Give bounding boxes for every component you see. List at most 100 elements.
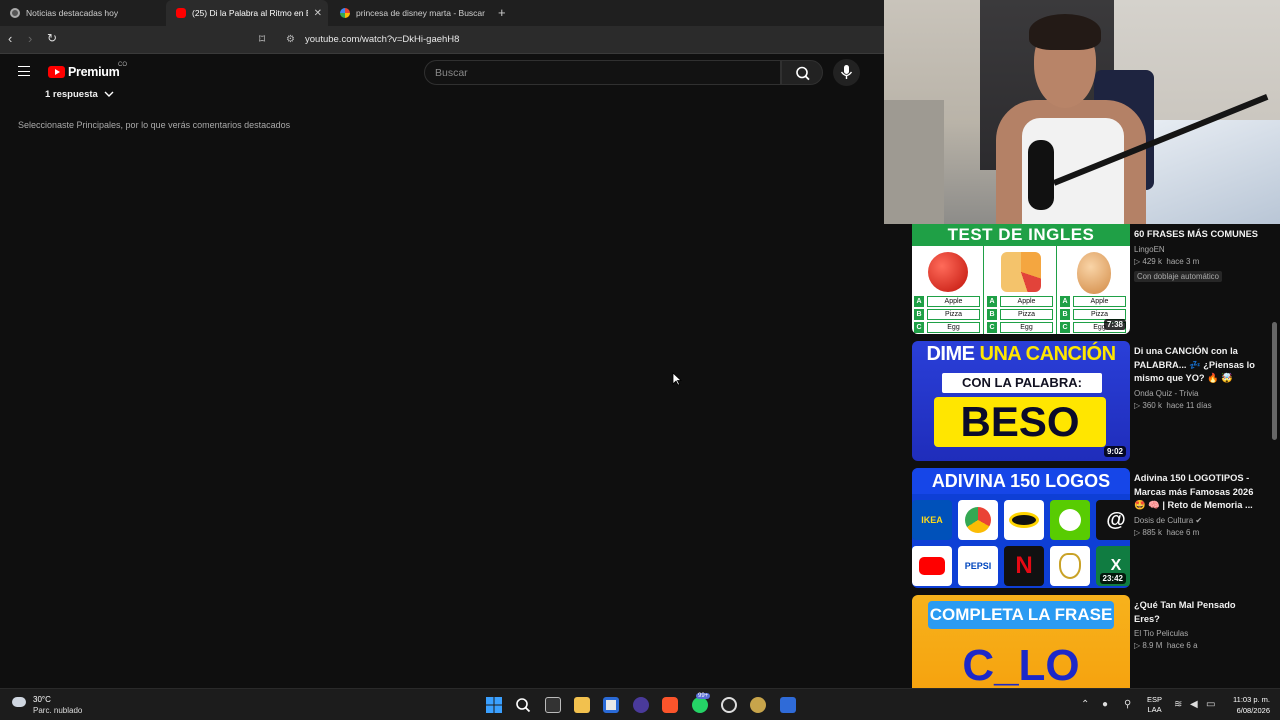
- youtube-icon: [176, 8, 186, 18]
- thumbnail-title: ADIVINA 150 LOGOS: [912, 468, 1130, 494]
- windows-start-icon[interactable]: [486, 697, 502, 713]
- address-bar: ‹ › ↻ ⌑ ⚙ youtube.com/watch?v=DkHi-gaehH…: [0, 26, 884, 54]
- batman-logo: [1004, 500, 1044, 540]
- youtube-logo-icon[interactable]: [48, 66, 65, 78]
- thumbnail-title: COMPLETA LA FRASE: [928, 601, 1114, 629]
- app-icon[interactable]: [721, 697, 737, 713]
- video-title[interactable]: ¿Qué Tan Mal Pensado Eres?: [1134, 599, 1260, 626]
- tab-noticias[interactable]: Noticias destacadas hoy: [0, 0, 165, 26]
- tab-google-search[interactable]: princesa de disney marta - Buscar co: [330, 0, 492, 26]
- pizza-icon: [1001, 252, 1041, 292]
- channel-name[interactable]: LingoEN: [1134, 245, 1260, 254]
- store-icon[interactable]: [603, 697, 619, 713]
- tab-youtube-video[interactable]: (25) Di la Palabra al Ritmo en Esp ✕: [166, 0, 328, 26]
- channel-name[interactable]: Onda Quiz - Trivia: [1134, 389, 1260, 398]
- app-icon[interactable]: [780, 697, 796, 713]
- search-input[interactable]: [425, 61, 780, 84]
- scrollbar-thumb[interactable]: [1272, 322, 1277, 440]
- thumbnail-word: C_LO: [962, 641, 1080, 688]
- video-thumbnail[interactable]: TEST DE INGLES A Apple B Pizza C Egg A Apple…: [912, 224, 1130, 334]
- ikea-logo: IKEA: [912, 500, 952, 540]
- thumbnail-subtitle: CON LA PALABRA:: [942, 373, 1102, 393]
- weather-temperature[interactable]: 30°C: [33, 695, 51, 704]
- video-thumbnail[interactable]: DIME UNA CANCIÓN CON LA PALABRA: BESO 9:…: [912, 341, 1130, 461]
- forward-icon[interactable]: ›: [28, 31, 32, 46]
- background-fan: [884, 100, 944, 224]
- video-thumbnail[interactable]: COMPLETA LA FRASE C_LO: [912, 595, 1130, 688]
- background-bed: [1134, 120, 1280, 224]
- video-duration: 9:02: [1103, 446, 1126, 457]
- video-title[interactable]: Adivina 150 LOGOTIPOS - Marcas más Famos…: [1134, 472, 1260, 513]
- task-view-icon[interactable]: [545, 697, 561, 713]
- site-info-icon[interactable]: ⚙: [286, 34, 295, 45]
- youtube-premium-brand[interactable]: Premium: [68, 65, 120, 79]
- windows-taskbar: 30°C Parc. nublado 99+ ⌃ ● ⚲ ESP LAA ≋ ◀ …: [0, 688, 1280, 720]
- wifi-icon[interactable]: ≋: [1174, 699, 1182, 710]
- video-thumbnail[interactable]: ADIVINA 150 LOGOS IKEA @ PEPSI N X 23:42: [912, 468, 1130, 588]
- quiz-column: A Apple B Pizza C Egg: [912, 246, 984, 334]
- voice-search-button[interactable]: [833, 59, 860, 86]
- search-button[interactable]: [781, 60, 823, 85]
- app-icon[interactable]: [750, 697, 766, 713]
- tray-app-icon[interactable]: ●: [1102, 699, 1108, 710]
- comments-sort-note: Seleccionaste Principales, por lo que ve…: [18, 120, 291, 130]
- tab-label: (25) Di la Palabra al Ritmo en Esp: [192, 8, 308, 18]
- file-explorer-icon[interactable]: [574, 697, 590, 713]
- video-meta: ▷ 429 k hace 3 m: [1134, 256, 1200, 266]
- studio-microphone: [1028, 140, 1054, 210]
- video-duration: 23:42: [1099, 573, 1126, 584]
- volume-icon[interactable]: ◀: [1190, 699, 1198, 710]
- battery-icon[interactable]: ▭: [1206, 699, 1215, 710]
- video-info[interactable]: 60 FRASES MÁS COMUNES LingoEN ▷ 429 k ha…: [1134, 228, 1260, 284]
- weather-description[interactable]: Parc. nublado: [33, 706, 82, 715]
- replies-label: 1 respuesta: [45, 89, 98, 100]
- chevron-down-icon: [104, 91, 114, 97]
- video-meta: ▷ 360 k hace 11 días: [1134, 400, 1212, 410]
- thumbnail-word: BESO: [934, 397, 1106, 447]
- tab-label: princesa de disney marta - Buscar co: [356, 8, 486, 18]
- search-icon: [796, 66, 810, 81]
- search-box: [424, 60, 781, 85]
- video-title[interactable]: Di una CANCIÓN con la PALABRA... 💤 ¿Pien…: [1134, 345, 1260, 386]
- news-icon: [10, 8, 20, 18]
- back-icon[interactable]: ‹: [8, 31, 12, 46]
- auto-dub-badge: Con doblaje automático: [1134, 270, 1222, 282]
- video-info[interactable]: ¿Qué Tan Mal Pensado Eres? El Tio Pelicu…: [1134, 599, 1260, 650]
- bookmark-icon[interactable]: ⌑: [259, 32, 265, 46]
- real-madrid-logo: [1050, 546, 1090, 586]
- thumbnail-title: TEST DE INGLES: [912, 224, 1130, 246]
- pepsi-logo: PEPSI: [958, 546, 998, 586]
- replies-toggle[interactable]: 1 respuesta: [45, 89, 114, 100]
- quiz-column: A Apple B Pizza C Egg: [985, 246, 1057, 334]
- search-icon[interactable]: [515, 697, 531, 713]
- video-title[interactable]: 60 FRASES MÁS COMUNES: [1134, 228, 1260, 242]
- microphone-icon: [840, 65, 853, 79]
- video-meta: ▷ 885 k hace 6 m: [1134, 527, 1200, 537]
- language-indicator[interactable]: ESP LAA: [1147, 695, 1162, 715]
- url-field[interactable]: youtube.com/watch?v=DkHi-gaehH8: [305, 34, 459, 45]
- channel-name[interactable]: Dosis de Cultura ✔: [1134, 516, 1260, 525]
- menu-icon[interactable]: [18, 66, 30, 76]
- microphone-icon[interactable]: ⚲: [1124, 699, 1131, 710]
- mouse-cursor-icon: [672, 372, 682, 386]
- threads-logo: @: [1096, 500, 1130, 540]
- video-info[interactable]: Di una CANCIÓN con la PALABRA... 💤 ¿Pien…: [1134, 345, 1260, 410]
- chevron-up-icon[interactable]: ⌃: [1081, 699, 1089, 710]
- chrome-logo: [958, 500, 998, 540]
- egg-icon: [1077, 252, 1111, 294]
- scrollbar[interactable]: [1270, 224, 1280, 688]
- brave-browser-icon[interactable]: [662, 697, 678, 713]
- google-icon: [340, 8, 350, 18]
- reload-icon[interactable]: ↻: [47, 31, 57, 45]
- channel-name[interactable]: El Tio Peliculas: [1134, 629, 1260, 638]
- apple-icon: [928, 252, 968, 292]
- thumbnail-title: DIME UNA CANCIÓN: [926, 343, 1116, 365]
- notification-badge: 99+: [696, 693, 711, 699]
- system-clock[interactable]: 11:03 p. m. 6/08/2026: [1226, 694, 1270, 716]
- close-icon[interactable]: ✕: [314, 8, 322, 19]
- new-tab-button[interactable]: +: [498, 5, 506, 20]
- whatsapp-icon[interactable]: [692, 697, 708, 713]
- video-info[interactable]: Adivina 150 LOGOTIPOS - Marcas más Famos…: [1134, 472, 1260, 537]
- weather-cloud-icon[interactable]: [12, 697, 26, 707]
- app-icon[interactable]: [633, 697, 649, 713]
